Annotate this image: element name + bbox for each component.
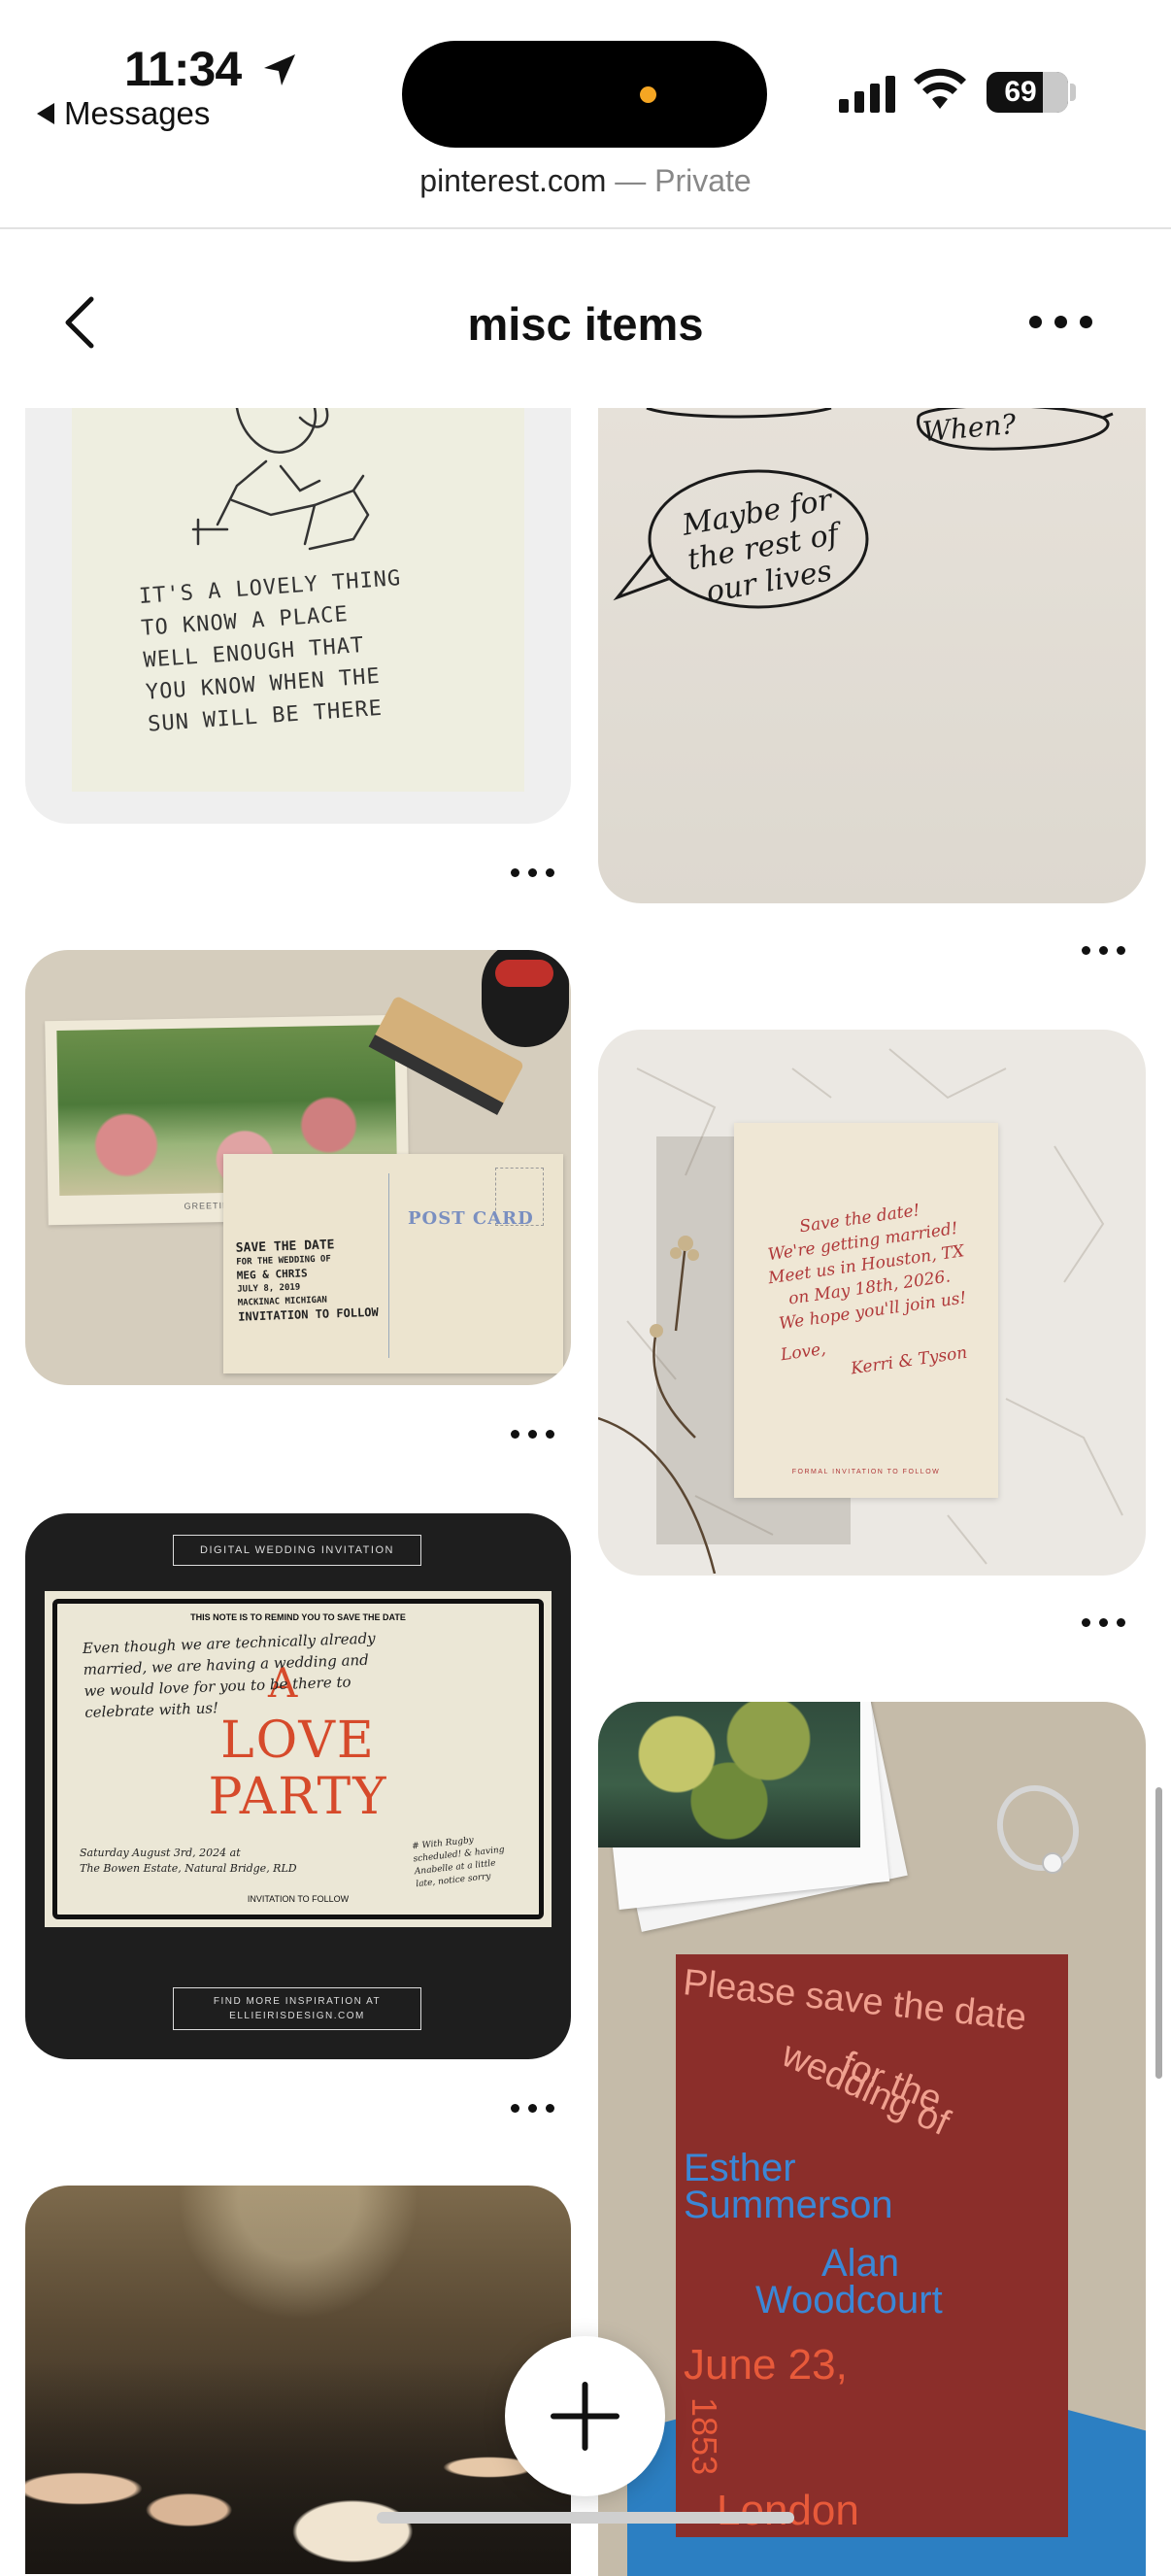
top-label-box: DIGITAL WEDDING INVITATION <box>173 1535 421 1566</box>
pin-digital-invite-more-button[interactable] <box>511 2096 569 2119</box>
plus-icon <box>551 2382 619 2451</box>
invitation-date: Saturday August 3rd, 2024 at The Bowen E… <box>80 1847 297 1875</box>
dried-flower-stem <box>598 1236 717 1574</box>
pin-please-save-the-date[interactable]: Please save the date for the wedding of … <box>598 1702 1146 2576</box>
graduate-figure-drawing <box>191 408 370 551</box>
name2-first: Alan <box>821 2242 900 2285</box>
pin-speech-bubbles[interactable]: When? Maybe for the rest of our lives <box>598 408 1146 903</box>
plant-photo <box>598 1702 860 1847</box>
invitation-card: THIS NOTE IS TO REMIND YOU TO SAVE THE D… <box>45 1591 552 1927</box>
pin-lovely-thing-more-button[interactable] <box>511 861 569 884</box>
home-indicator[interactable] <box>377 2512 794 2524</box>
postcard-back: POST CARD SAVE THE DATE FOR THE WEDDING … <box>223 1154 563 1373</box>
url-separator: — <box>606 163 655 198</box>
pin-digital-wedding-invitation[interactable]: DIGITAL WEDDING INVITATION THIS NOTE IS … <box>25 1513 571 2059</box>
invitation-title-party: PARTY <box>208 1768 388 1826</box>
privacy-indicator-dot <box>640 86 656 103</box>
url-domain: pinterest.com <box>419 163 607 198</box>
name1-first: Esther <box>684 2147 796 2189</box>
name2-last: Woodcourt <box>755 2279 943 2322</box>
rubber-stamp-handle <box>482 950 569 1047</box>
pin-houston-more-button[interactable] <box>1082 1610 1140 1634</box>
pin-speech-bubbles-more-button[interactable] <box>1082 938 1140 962</box>
add-pin-button[interactable] <box>505 2336 665 2496</box>
wifi-icon <box>914 68 966 109</box>
status-bar: 11:34 Messages 69 pinterest.com — Privat… <box>0 0 1171 198</box>
board-more-options-button[interactable] <box>1029 307 1107 336</box>
pin-lovely-thing[interactable]: IT'S A LOVELY THING TO KNOW A PLACE WELL… <box>25 408 571 824</box>
cellular-signal-icon <box>839 76 895 113</box>
battery-percent: 69 <box>1004 76 1037 108</box>
scroll-indicator[interactable] <box>1155 1787 1162 2079</box>
back-triangle-icon <box>37 103 54 124</box>
invitation-follow: INVITATION TO FOLLOW <box>247 1894 350 1904</box>
invitation-handwriting: Even though we are technically already m… <box>82 1629 376 1722</box>
pin-postcard-more-button[interactable] <box>511 1422 569 1445</box>
ring-icon <box>996 1784 1080 1874</box>
pin-lovely-thing-paper: IT'S A LOVELY THING TO KNOW A PLACE WELL… <box>72 408 524 792</box>
board-title: misc items <box>467 298 704 350</box>
photo-stack <box>598 1702 908 1932</box>
url-bar[interactable]: pinterest.com — Private <box>0 163 1171 199</box>
status-time: 11:34 <box>124 42 242 96</box>
dinner-lights <box>25 2186 571 2322</box>
board-header: misc items <box>0 229 1171 414</box>
wedding-date: June 23, <box>684 2341 848 2389</box>
dynamic-island <box>402 41 767 148</box>
name1-last: Summerson <box>684 2184 893 2226</box>
invitation-note: THIS NOTE IS TO REMIND YOU TO SAVE THE D… <box>190 1612 406 1622</box>
invitation-title-love: LOVE <box>220 1712 376 1770</box>
location-arrow-icon <box>264 54 295 85</box>
dinner-guests <box>25 2360 571 2574</box>
back-app-label: Messages <box>64 95 211 131</box>
postcard-stamp-text: POST CARD <box>408 1208 534 1229</box>
private-mode-label: Private <box>654 163 752 198</box>
battery-cap <box>1070 84 1076 101</box>
wedding-place: London <box>717 2487 859 2534</box>
save-date-line1: Please save the date <box>681 1962 1028 2039</box>
bottom-label-box: FIND MORE INSPIRATION AT ELLIEIRISDESIGN… <box>173 1987 421 2030</box>
back-to-messages-link[interactable]: Messages <box>37 95 210 132</box>
battery-icon: 69 <box>987 72 1068 113</box>
save-date-card: Please save the date for the wedding of … <box>676 1954 1068 2537</box>
wedding-year: 1853 <box>685 2397 724 2476</box>
pin-postcard[interactable]: GREETINGS FROM POST CARD SAVE THE DATE F… <box>25 950 571 1385</box>
postcard-message: SAVE THE DATE FOR THE WEDDING OF MEG & C… <box>235 1237 379 1324</box>
pin-houston-save-the-date[interactable]: Save the date! We're getting married! Me… <box>598 1030 1146 1576</box>
pin-lovely-thing-text: IT'S A LOVELY THING TO KNOW A PLACE WELL… <box>138 566 403 737</box>
